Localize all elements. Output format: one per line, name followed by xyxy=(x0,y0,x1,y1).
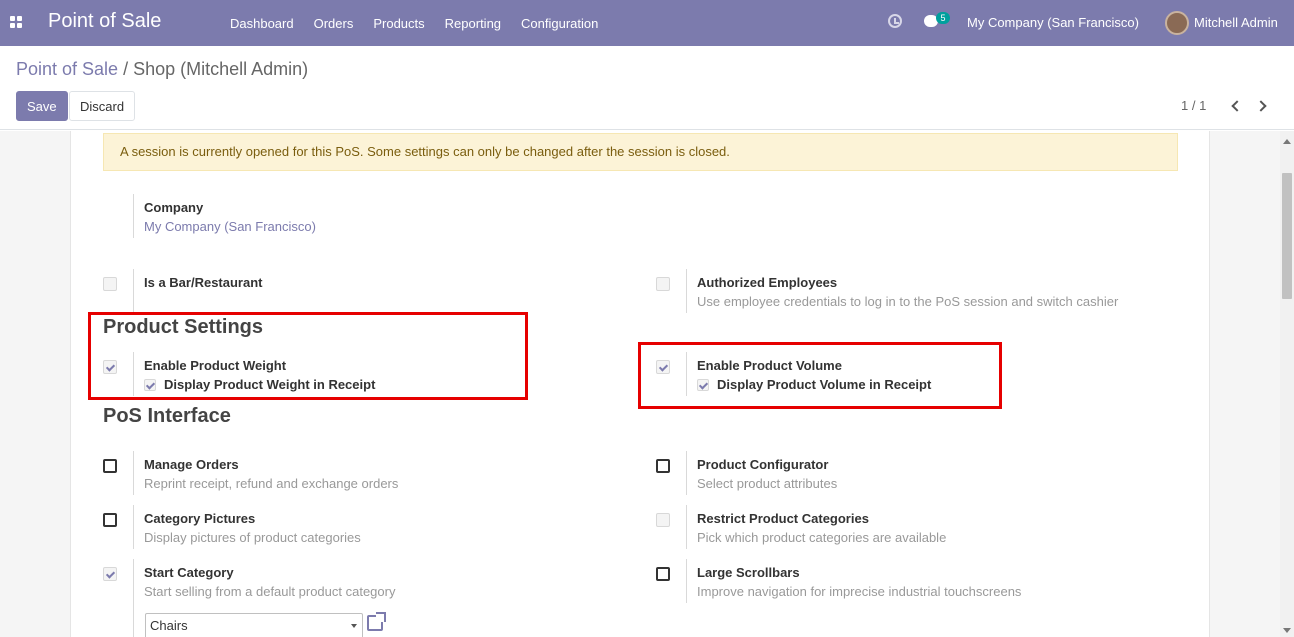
avatar[interactable] xyxy=(1165,11,1189,35)
company-value-link[interactable]: My Company (San Francisco) xyxy=(144,219,316,234)
discard-button[interactable]: Discard xyxy=(69,91,136,121)
large-scrollbars-help: Improve navigation for imprecise industr… xyxy=(697,584,1022,599)
breadcrumb-current: Shop (Mitchell Admin) xyxy=(133,59,309,79)
pager-value[interactable]: 1 / 1 xyxy=(1181,98,1206,113)
pos-interface-heading: PoS Interface xyxy=(103,405,231,427)
start-category-select[interactable]: Chairs xyxy=(145,613,363,637)
vertical-scrollbar[interactable] xyxy=(1280,131,1294,637)
large-scrollbars-setting: Large Scrollbars Improve navigation for … xyxy=(656,559,1156,607)
bar-restaurant-label: Is a Bar/Restaurant xyxy=(144,275,263,290)
category-pictures-checkbox[interactable] xyxy=(103,513,117,527)
highlight-box-volume xyxy=(638,342,1002,409)
manage-orders-setting: Manage Orders Reprint receipt, refund an… xyxy=(103,451,603,499)
category-pictures-label: Category Pictures xyxy=(144,511,256,526)
start-category-checkbox[interactable] xyxy=(103,567,117,581)
category-pictures-setting: Category Pictures Display pictures of pr… xyxy=(103,505,603,553)
breadcrumb-root[interactable]: Point of Sale xyxy=(16,59,118,79)
pager-previous-button[interactable] xyxy=(1230,99,1243,113)
menu-orders[interactable]: Orders xyxy=(304,16,364,31)
form-content: A session is currently opened for this P… xyxy=(0,131,1294,637)
menu-configuration[interactable]: Configuration xyxy=(511,16,608,31)
bar-restaurant-checkbox[interactable] xyxy=(103,277,117,291)
control-panel: Point of Sale / Shop (Mitchell Admin) Save… xyxy=(0,46,1294,130)
product-configurator-label: Product Configurator xyxy=(697,457,829,472)
chevron-right-icon xyxy=(1255,100,1267,112)
product-configurator-help: Select product attributes xyxy=(697,476,838,491)
authorized-employees-setting: Authorized Employees Use employee creden… xyxy=(656,269,1176,317)
breadcrumb: Point of Sale / Shop (Mitchell Admin) xyxy=(16,59,308,80)
bar-restaurant-setting: Is a Bar/Restaurant xyxy=(103,269,603,317)
start-category-help: Start selling from a default product cat… xyxy=(144,584,396,599)
authorized-employees-checkbox[interactable] xyxy=(656,277,670,291)
start-category-label: Start Category xyxy=(144,565,234,580)
setting-divider xyxy=(133,451,134,495)
company-label: Company xyxy=(144,200,204,215)
chat-count-badge: 5 xyxy=(936,12,950,24)
pager-next-button[interactable] xyxy=(1255,99,1267,113)
highlight-box-weight xyxy=(88,312,528,400)
app-brand[interactable]: Point of Sale xyxy=(48,10,161,33)
manage-orders-checkbox[interactable] xyxy=(103,459,117,473)
menu-products[interactable]: Products xyxy=(363,16,434,31)
product-configurator-checkbox[interactable] xyxy=(656,459,670,473)
large-scrollbars-checkbox[interactable] xyxy=(656,567,670,581)
authorized-employees-label: Authorized Employees xyxy=(697,275,838,290)
manage-orders-help: Reprint receipt, refund and exchange ord… xyxy=(144,476,399,491)
setting-divider xyxy=(686,505,687,549)
apps-grid-icon[interactable] xyxy=(10,16,22,28)
product-configurator-setting: Product Configurator Select product attr… xyxy=(656,451,1156,499)
setting-divider xyxy=(133,269,134,313)
setting-divider xyxy=(133,194,134,238)
setting-divider xyxy=(686,451,687,495)
restrict-categories-setting: Restrict Product Categories Pick which p… xyxy=(656,505,1156,553)
session-warning-alert: A session is currently opened for this P… xyxy=(103,133,1178,171)
breadcrumb-separator: / xyxy=(123,59,129,79)
setting-divider xyxy=(133,505,134,549)
setting-divider xyxy=(686,559,687,603)
restrict-categories-label: Restrict Product Categories xyxy=(697,511,869,526)
main-menu: Dashboard Orders Products Reporting Conf… xyxy=(220,0,608,46)
restrict-categories-help: Pick which product categories are availa… xyxy=(697,530,947,545)
manage-orders-label: Manage Orders xyxy=(144,457,239,472)
user-menu[interactable]: Mitchell Admin xyxy=(1194,15,1278,30)
large-scrollbars-label: Large Scrollbars xyxy=(697,565,800,580)
scrollbar-thumb[interactable] xyxy=(1282,173,1292,299)
company-setting: Company My Company (San Francisco) xyxy=(103,194,603,242)
activity-clock-icon[interactable] xyxy=(888,14,902,28)
category-pictures-help: Display pictures of product categories xyxy=(144,530,361,545)
save-button[interactable]: Save xyxy=(16,91,68,121)
scroll-up-arrow-icon[interactable] xyxy=(1283,139,1291,144)
company-switcher[interactable]: My Company (San Francisco) xyxy=(967,15,1139,30)
menu-dashboard[interactable]: Dashboard xyxy=(220,16,304,31)
menu-reporting[interactable]: Reporting xyxy=(435,16,511,31)
scroll-down-arrow-icon[interactable] xyxy=(1283,628,1291,633)
restrict-categories-checkbox[interactable] xyxy=(656,513,670,527)
external-link-icon[interactable] xyxy=(367,612,386,631)
chevron-left-icon xyxy=(1231,100,1243,112)
setting-divider xyxy=(133,559,134,637)
setting-divider xyxy=(686,269,687,313)
authorized-employees-help: Use employee credentials to log in to th… xyxy=(697,294,1119,309)
top-navbar: Point of Sale Dashboard Orders Products … xyxy=(0,0,1294,46)
